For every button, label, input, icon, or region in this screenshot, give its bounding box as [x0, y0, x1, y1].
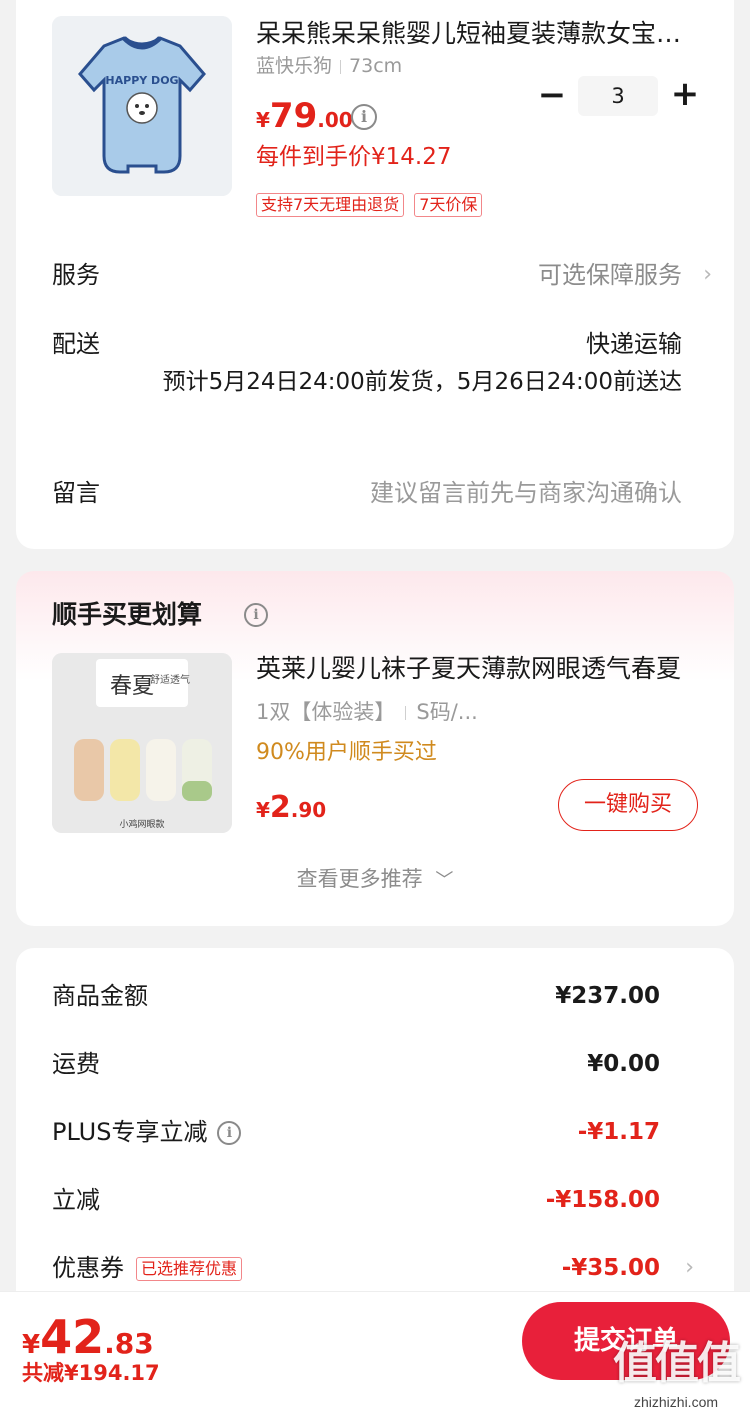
price-protect-tag: 7天价保 [414, 193, 483, 217]
note-input[interactable]: 建议留言前先与商家沟通确认 [370, 476, 682, 510]
price-decimal: .90 [290, 798, 327, 822]
sku-divider [405, 706, 407, 720]
coupon-row[interactable]: 优惠券 已选推荐优惠 [52, 1251, 243, 1285]
upsell-social-proof: 90%用户顺手买过 [256, 740, 437, 765]
svg-text:春夏: 春夏 [110, 674, 154, 699]
quantity-increase-button[interactable]: + [668, 77, 702, 112]
price-info-icon[interactable]: i [351, 104, 377, 130]
plus-discount-value: -¥1.17 [577, 1119, 660, 1145]
shipping-value: ¥0.00 [587, 1051, 660, 1077]
total-integer: 42 [40, 1310, 105, 1364]
product-price: ¥79.00 [256, 96, 353, 142]
plus-info-icon[interactable]: i [217, 1121, 242, 1145]
upsell-title: 顺手买更划算 [52, 600, 203, 629]
upsell-info-icon[interactable]: i [244, 603, 268, 627]
product-card: HAPPY DOG 呆呆熊呆呆熊婴儿短袖夏装薄款女宝宝哈衣 蓝快乐狗 73cm ¥… [16, 0, 734, 549]
coupon-value[interactable]: -¥35.00 [562, 1251, 660, 1285]
watermark-logo: 值值值 [613, 1338, 741, 1389]
svg-text:小鸡网眼款: 小鸡网眼款 [119, 818, 164, 830]
chevron-down-icon: ﹀ [435, 870, 454, 891]
price-integer: 2 [269, 790, 291, 825]
note-label: 留言 [52, 479, 100, 507]
watermark-url: zhizhizhi.com [633, 1394, 719, 1410]
total-currency: ¥ [22, 1330, 41, 1360]
delivery-eta: 预计5月24日24:00前发货，5月26日24:00前送达 [162, 369, 682, 395]
upsell-sku-size: S码/... [416, 700, 478, 724]
price-integer: 79 [269, 96, 318, 136]
delivery-label: 配送 [52, 330, 100, 358]
chevron-right-icon[interactable]: › [685, 1251, 694, 1285]
price-currency: ¥ [256, 108, 270, 132]
goods-amount-label: 商品金额 [52, 982, 148, 1010]
total-decimal: .83 [104, 1327, 154, 1360]
coupon-label: 优惠券 [52, 1254, 124, 1282]
socks-illustration: 春夏 舒适透气 小鸡网眼款 [52, 653, 232, 833]
unit-price: 每件到手价¥14.27 [256, 144, 452, 170]
total-saved: 共减¥194.17 [22, 1361, 160, 1385]
return-tag: 支持7天无理由退货 [256, 193, 405, 217]
svg-text:舒适透气: 舒适透气 [150, 673, 190, 686]
product-image[interactable]: HAPPY DOG [52, 16, 232, 196]
quantity-input[interactable]: 3 [578, 76, 658, 116]
svg-text:HAPPY DOG: HAPPY DOG [105, 74, 178, 87]
instant-discount-value: -¥158.00 [545, 1187, 660, 1213]
service-label: 服务 [52, 261, 100, 289]
instant-discount-label: 立减 [52, 1186, 100, 1214]
upsell-product-name[interactable]: 英莱儿婴儿袜子夏天薄款网眼透气春夏 [256, 651, 686, 687]
price-decimal: .00 [317, 108, 353, 132]
one-click-buy-button[interactable]: 一键购买 [558, 779, 698, 831]
upsell-price: ¥2.90 [256, 789, 326, 831]
plus-discount-text: PLUS专享立减 [52, 1118, 208, 1146]
product-tags: 支持7天无理由退货 7天价保 [256, 193, 483, 217]
quantity-decrease-button[interactable]: − [536, 78, 568, 112]
price-currency: ¥ [256, 798, 270, 822]
goods-amount-value: ¥237.00 [555, 983, 660, 1009]
shipping-label: 运费 [52, 1050, 100, 1078]
sku-divider [340, 59, 342, 74]
more-recommendations-link[interactable]: 查看更多推荐 ﹀ [16, 863, 734, 897]
upsell-sku[interactable]: 1双【体验装】 S码/... [256, 697, 478, 727]
more-recommendations-label: 查看更多推荐 [296, 867, 423, 891]
upsell-sku-pack: 1双【体验装】 [256, 700, 396, 724]
upsell-card: 顺手买更划算 i 春夏 舒适透气 小鸡网眼款 英莱儿婴儿袜子夏天薄款网眼透气春夏… [16, 571, 734, 926]
sku-color: 蓝快乐狗 [256, 55, 333, 77]
service-value[interactable]: 可选保障服务 [538, 258, 682, 292]
delivery-method[interactable]: 快递运输 [586, 327, 682, 361]
plus-discount-label: PLUS专享立减 i [52, 1115, 242, 1149]
upsell-image[interactable]: 春夏 舒适透气 小鸡网眼款 [52, 653, 232, 833]
sku-size: 73cm [349, 55, 403, 77]
product-title[interactable]: 呆呆熊呆呆熊婴儿短袖夏装薄款女宝宝哈衣 [256, 16, 686, 52]
product-sku[interactable]: 蓝快乐狗 73cm [256, 54, 402, 78]
onesie-illustration: HAPPY DOG [52, 16, 232, 196]
chevron-right-icon[interactable]: › [703, 258, 712, 292]
coupon-recommend-tag: 已选推荐优惠 [136, 1257, 243, 1281]
